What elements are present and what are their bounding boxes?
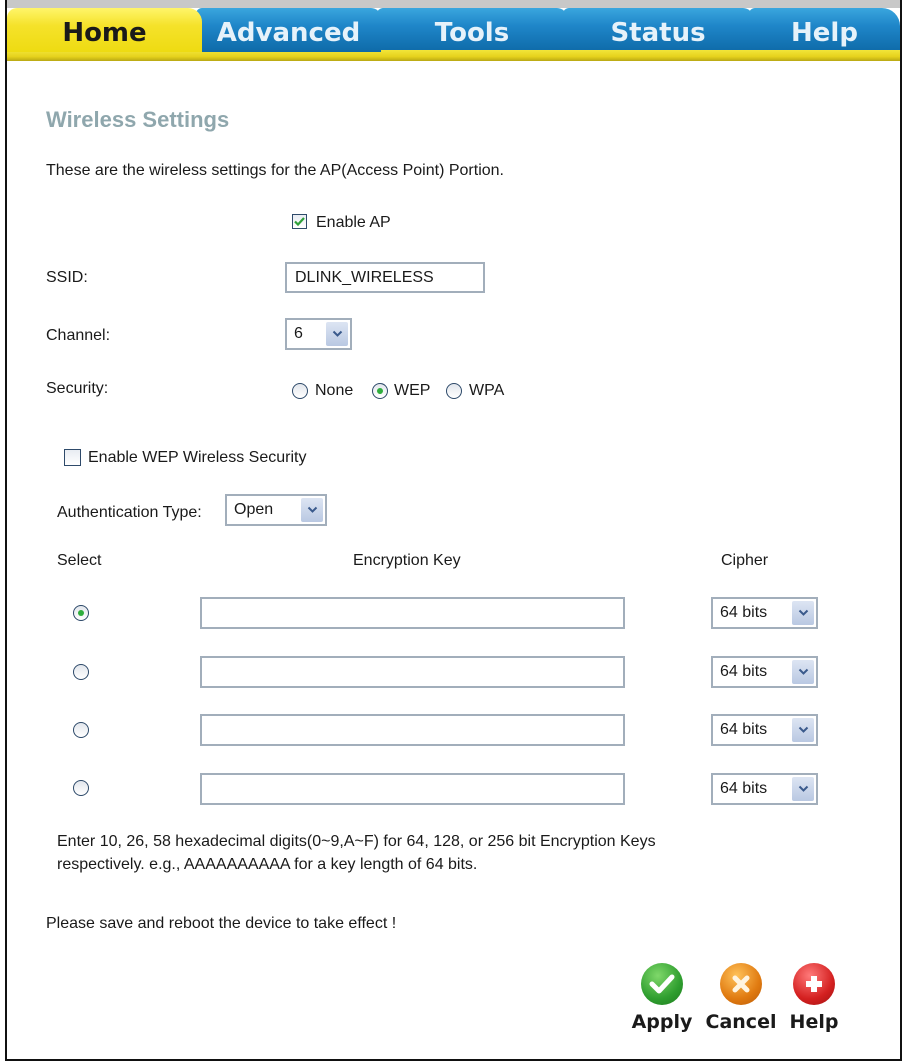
header-cipher: Cipher bbox=[721, 552, 769, 569]
key-2-cipher-select[interactable]: 64 bits bbox=[711, 656, 818, 688]
security-wep-label: WEP bbox=[394, 382, 431, 399]
key-3-radio[interactable] bbox=[73, 722, 89, 738]
tab-home-label: Home bbox=[62, 18, 147, 48]
channel-select[interactable]: 6 bbox=[285, 318, 352, 350]
key-1-cipher-select[interactable]: 64 bits bbox=[711, 597, 818, 629]
tab-help-label: Help bbox=[791, 18, 858, 48]
x-icon bbox=[720, 963, 762, 1005]
page-title: Wireless Settings bbox=[46, 107, 230, 132]
auth-type-label: Authentication Type: bbox=[57, 504, 202, 521]
tab-status[interactable]: Status bbox=[563, 8, 753, 52]
tab-help[interactable]: Help bbox=[749, 8, 900, 52]
key-4-input[interactable] bbox=[200, 773, 625, 805]
tab-status-label: Status bbox=[610, 18, 706, 48]
reboot-note: Please save and reboot the device to tak… bbox=[46, 915, 397, 932]
chevron-down-icon bbox=[792, 777, 814, 801]
enable-ap-label: Enable AP bbox=[316, 214, 391, 231]
key-2-radio[interactable] bbox=[73, 664, 89, 680]
enable-wep-label: Enable WEP Wireless Security bbox=[88, 449, 307, 466]
tab-advanced-label: Advanced bbox=[216, 18, 361, 48]
chevron-down-icon bbox=[792, 718, 814, 742]
key-4-cipher-select[interactable]: 64 bits bbox=[711, 773, 818, 805]
key-1-input[interactable] bbox=[200, 597, 625, 629]
security-wpa-label: WPA bbox=[469, 382, 505, 399]
security-wep-radio[interactable] bbox=[372, 383, 388, 399]
chevron-down-icon bbox=[792, 601, 814, 625]
key-4-cipher-value: 64 bits bbox=[720, 780, 768, 797]
tab-tools[interactable]: Tools bbox=[377, 8, 567, 52]
page-description: These are the wireless settings for the … bbox=[46, 162, 504, 179]
header-encryption-key: Encryption Key bbox=[353, 552, 461, 569]
apply-label: Apply bbox=[631, 1011, 693, 1033]
tab-home[interactable]: Home bbox=[7, 8, 202, 52]
chevron-down-icon bbox=[326, 322, 348, 346]
auth-type-value: Open bbox=[234, 501, 274, 518]
ssid-input[interactable] bbox=[285, 262, 485, 293]
apply-button[interactable]: Apply bbox=[630, 963, 694, 1033]
auth-type-select[interactable]: Open bbox=[225, 494, 327, 526]
key-3-input[interactable] bbox=[200, 714, 625, 746]
help-label: Help bbox=[789, 1011, 839, 1033]
key-1-cipher-value: 64 bits bbox=[720, 604, 768, 621]
channel-value: 6 bbox=[294, 325, 303, 342]
key-2-cipher-value: 64 bits bbox=[720, 663, 768, 680]
ssid-label: SSID: bbox=[46, 269, 88, 286]
page-frame bbox=[5, 0, 902, 1061]
radio-dot bbox=[78, 610, 84, 616]
security-none-label: None bbox=[315, 382, 354, 399]
hex-note-line2: respectively. e.g., AAAAAAAAAA for a key… bbox=[57, 856, 478, 873]
enable-wep-checkbox[interactable] bbox=[64, 449, 81, 466]
tab-advanced[interactable]: Advanced bbox=[196, 8, 381, 52]
channel-label: Channel: bbox=[46, 327, 111, 344]
chevron-down-icon bbox=[792, 660, 814, 684]
key-1-radio[interactable] bbox=[73, 605, 89, 621]
security-none-radio[interactable] bbox=[292, 383, 308, 399]
key-3-cipher-value: 64 bits bbox=[720, 721, 768, 738]
cancel-button[interactable]: Cancel bbox=[705, 963, 777, 1033]
check-icon bbox=[641, 963, 683, 1005]
check-icon bbox=[294, 217, 305, 227]
key-3-cipher-select[interactable]: 64 bits bbox=[711, 714, 818, 746]
header-select: Select bbox=[57, 552, 102, 569]
key-2-input[interactable] bbox=[200, 656, 625, 688]
enable-ap-checkbox[interactable] bbox=[292, 214, 307, 229]
help-button[interactable]: Help bbox=[788, 963, 840, 1033]
radio-dot bbox=[377, 388, 383, 394]
security-wpa-radio[interactable] bbox=[446, 383, 462, 399]
hex-note-line1: Enter 10, 26, 58 hexadecimal digits(0~9,… bbox=[57, 833, 656, 850]
security-label: Security: bbox=[46, 380, 109, 397]
main-nav: Help Status Tools Advanced Home bbox=[7, 6, 900, 61]
plus-icon bbox=[793, 963, 835, 1005]
chevron-down-icon bbox=[301, 498, 323, 522]
cancel-label: Cancel bbox=[705, 1011, 777, 1033]
tab-tools-label: Tools bbox=[434, 18, 510, 48]
key-4-radio[interactable] bbox=[73, 780, 89, 796]
